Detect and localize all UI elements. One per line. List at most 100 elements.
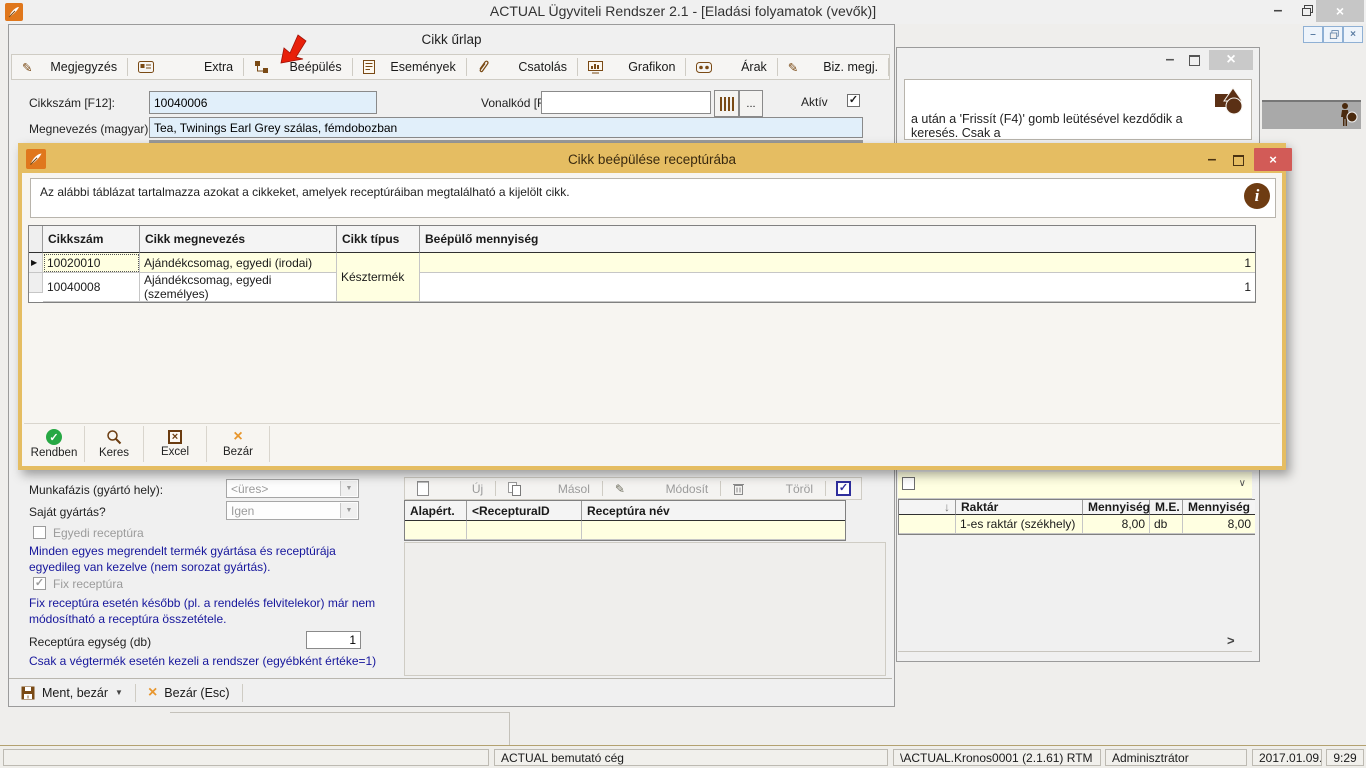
vonalkod-more-button[interactable]: ... — [739, 90, 763, 117]
cikkszam-label: Cikkszám [F12]: — [29, 96, 115, 110]
search-minimize-button[interactable]: – — [1159, 51, 1181, 69]
ment-bezar-button[interactable]: x Ment, bezár ▼ — [9, 679, 135, 706]
mdi-restore-button[interactable] — [1323, 26, 1343, 43]
cikkszam-input[interactable] — [149, 91, 377, 114]
close-x-icon: × — [148, 686, 157, 700]
dialog-titlebar: Cikk beépülése receptúrába – × — [22, 147, 1282, 173]
dialog-row-cikkszam[interactable]: 10040008 — [43, 273, 140, 302]
note-icon — [363, 60, 375, 74]
receptura-empty-cell[interactable] — [467, 521, 582, 540]
dialog-maximize-button[interactable] — [1226, 150, 1250, 170]
egyseg-hint: Csak a végtermék esetén kezeli a rendsze… — [29, 653, 376, 669]
keres-button[interactable]: Keres — [85, 424, 143, 464]
sort-column-header[interactable]: ↓ — [899, 500, 956, 515]
receptura-header-alapert[interactable]: Alapért. — [405, 501, 467, 521]
torol-button[interactable]: Töröl — [721, 478, 825, 499]
dialog-row-megnevezes[interactable]: Ajándékcsomag, egyedi (irodai) — [140, 253, 337, 273]
masol-button[interactable]: Másol — [496, 478, 602, 499]
stock-cell-raktar: 1-es raktár (székhely) — [956, 515, 1083, 534]
receptura-header-nev[interactable]: Receptúra név — [582, 501, 845, 521]
grafikon-button[interactable]: Grafikon — [578, 55, 685, 79]
dialog-minimize-button[interactable]: – — [1200, 150, 1224, 170]
dialog-close-button[interactable]: × — [1254, 148, 1292, 171]
main-minimize-button[interactable]: – — [1264, 0, 1292, 22]
dialog-bezar-button[interactable]: × Bezár — [207, 424, 269, 464]
receptura-detail-panel — [404, 542, 886, 676]
toolbar-separator — [888, 58, 889, 76]
filter-row[interactable]: ∨ — [898, 472, 1252, 499]
red-arrow-annotation — [280, 34, 308, 64]
megjegyzes-button[interactable]: ✎ Megjegyzés — [12, 55, 127, 79]
megjegyzes-label: Megjegyzés — [50, 60, 117, 74]
scroll-right-icon[interactable]: > — [1227, 633, 1235, 648]
receptura-empty-cell[interactable] — [405, 521, 467, 540]
aktiv-checkbox[interactable] — [847, 94, 860, 107]
aktiv-label: Aktív — [801, 95, 828, 109]
cikk-toolbar: ✎ Megjegyzés Extra Beépülés Események Cs… — [11, 54, 890, 80]
excel-button[interactable]: × Excel — [144, 424, 206, 464]
bezar-esc-button[interactable]: × Bezár (Esc) — [136, 679, 242, 706]
search-close-button[interactable]: × — [1209, 50, 1253, 70]
egyseg-input[interactable] — [306, 631, 361, 649]
receptura-toolbar: Új Másol ✎ Módosít Töröl — [404, 477, 862, 500]
statusbar: ACTUAL bemutató cég \ACTUAL.Kronos0001 (… — [0, 745, 1366, 768]
row-indicator: ▶ — [29, 253, 43, 273]
receptura-empty-cell[interactable] — [582, 521, 845, 540]
stock-header-raktar[interactable]: Raktár — [956, 500, 1083, 515]
barcode-button[interactable] — [714, 90, 739, 117]
save-icon: x — [21, 686, 35, 700]
chart-icon — [588, 61, 603, 74]
chevron-down-icon[interactable]: ∨ — [1239, 478, 1246, 489]
dialog-header-tipus[interactable]: Cikk típus — [337, 226, 420, 253]
main-close-button[interactable]: × — [1316, 0, 1364, 22]
status-empty-cell — [3, 749, 489, 766]
megnevezes-input[interactable] — [149, 117, 863, 138]
stock-cell-me: db — [1150, 515, 1183, 534]
stock-header-mennyiseg1[interactable]: Mennyiség — [1083, 500, 1150, 515]
dialog-row-tipus[interactable]: Késztermék — [337, 253, 420, 302]
biz-megj-button[interactable]: ✎ Biz. megj. — [778, 55, 888, 79]
csatolas-button[interactable]: Csatolás — [467, 55, 577, 79]
ment-bezar-label: Ment, bezár — [42, 686, 108, 700]
dialog-title: Cikk beépülése receptúrába — [22, 147, 1282, 167]
dialog-header-mennyiseg[interactable]: Beépülő mennyiség — [420, 226, 1255, 253]
row-indicator — [29, 273, 43, 293]
dialog-row-megnevezes[interactable]: Ajándékcsomag, egyedi (személyes) — [140, 273, 337, 302]
stock-header-mennyiseg2[interactable]: Mennyiség — [1183, 500, 1255, 515]
vonalkod-input[interactable] — [541, 91, 711, 114]
person-icon — [1336, 102, 1358, 133]
mdi-minimize-button[interactable]: – — [1303, 26, 1323, 43]
dialog-header-cikkszam[interactable]: Cikkszám — [43, 226, 140, 253]
extra-button[interactable]: Extra — [128, 55, 243, 79]
dialog-row-mennyiseg[interactable]: 1 — [420, 253, 1255, 273]
stock-row-indicator[interactable] — [899, 515, 956, 534]
filter-checkbox[interactable] — [902, 477, 915, 490]
dialog-bezar-label: Bezár — [223, 446, 253, 458]
search-maximize-button[interactable] — [1183, 51, 1205, 69]
uj-label: Új — [472, 482, 483, 496]
mdi-close-button[interactable]: × — [1343, 26, 1363, 43]
info-icon — [1244, 183, 1270, 209]
rendben-button[interactable]: ✓ Rendben — [24, 424, 84, 464]
egyedi-receptura-label: Egyedi receptúra — [53, 526, 144, 540]
arak-button[interactable]: Árak — [686, 55, 776, 79]
stock-header-me[interactable]: M.E. — [1150, 500, 1183, 515]
search-icon — [106, 429, 122, 445]
modosit-button[interactable]: ✎ Módosít — [603, 478, 720, 499]
receptura-header-id[interactable]: <RecepturaID — [467, 501, 582, 521]
receptura-filter-checkbox[interactable] — [836, 481, 851, 496]
esemenyek-button[interactable]: Események — [353, 55, 466, 79]
stock-cell-mennyiseg2: 8,00 — [1183, 515, 1255, 534]
dialog-header-megnevezes[interactable]: Cikk megnevezés — [140, 226, 337, 253]
check-circle-icon: ✓ — [46, 429, 62, 445]
excel-icon: × — [168, 430, 182, 444]
pencil-icon: ✎ — [788, 60, 798, 75]
munkafazis-label: Munkafázis (gyártó hely): — [29, 483, 163, 497]
munkafazis-combo: <üres> ▼ — [226, 479, 359, 498]
dialog-row-cikkszam[interactable]: 10020010 — [43, 253, 140, 273]
pencil-icon: ✎ — [22, 60, 32, 75]
dialog-row-mennyiseg[interactable]: 1 — [420, 273, 1255, 302]
uj-button[interactable]: Új — [405, 478, 495, 499]
dialog-info-text: Az alábbi táblázat tartalmazza azokat a … — [40, 185, 570, 199]
megnevezes-label: Megnevezés (magyar): — [29, 122, 152, 136]
